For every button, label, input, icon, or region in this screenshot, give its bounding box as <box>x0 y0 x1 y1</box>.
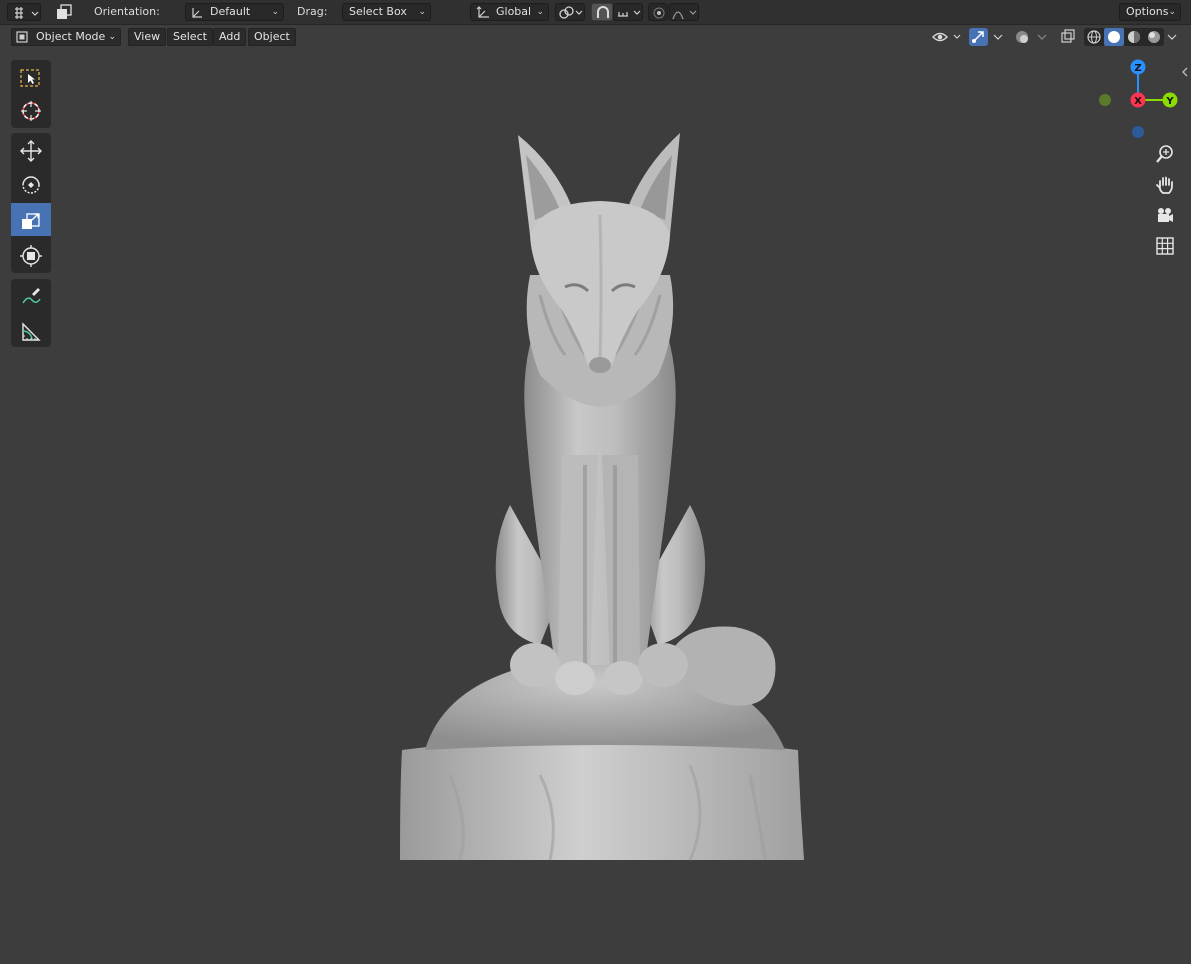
rendered-shading-button[interactable] <box>1144 28 1164 46</box>
ortho-grid-icon <box>1156 237 1174 255</box>
gizmo-dropdown[interactable] <box>990 28 1006 46</box>
proportional-edit-toggle[interactable] <box>648 3 668 21</box>
shading-mode-group <box>1084 28 1164 46</box>
material-sphere-icon <box>1128 31 1140 43</box>
transform-icon <box>20 245 42 267</box>
mode-dropdown[interactable]: Object Mode ⌄ <box>11 28 121 46</box>
navigation-gizmo[interactable]: Z Y X <box>1090 56 1186 142</box>
proportional-falloff-dropdown[interactable] <box>669 3 699 21</box>
select-box-icon <box>20 69 40 87</box>
cursor-icon <box>21 101 41 121</box>
material-shading-button[interactable] <box>1124 28 1144 46</box>
orientation-label: Orientation: <box>94 5 160 18</box>
pivot-point-dropdown[interactable] <box>555 3 585 21</box>
gizmo-toggle[interactable] <box>969 28 988 46</box>
xray-icon <box>1061 29 1075 43</box>
tool-annotate[interactable] <box>11 279 51 312</box>
chevron-down-icon: ⌄ <box>1168 7 1176 17</box>
camera-icon <box>1158 208 1173 222</box>
pivot-link-icon <box>559 6 583 19</box>
overlay-dropdown[interactable] <box>1034 28 1050 46</box>
tool-transform[interactable] <box>11 238 51 271</box>
y-axis-label: Y <box>1165 96 1174 107</box>
transform-orientation-value: Global <box>496 5 532 18</box>
zoom-icon <box>1156 145 1173 163</box>
xray-toggle[interactable] <box>1058 28 1078 46</box>
options-dropdown[interactable]: Options ⌄ <box>1119 3 1181 21</box>
snap-toggle[interactable] <box>591 3 613 21</box>
options-label: Options <box>1126 5 1169 18</box>
ortho-toggle-button[interactable] <box>1151 232 1179 260</box>
rendered-sphere-icon <box>1148 31 1160 43</box>
x-axis-label: X <box>1134 96 1142 107</box>
toolbar-group-select <box>11 60 51 128</box>
chevron-down-icon: ⌄ <box>271 7 279 17</box>
falloff-curve-icon <box>672 10 697 20</box>
wireframe-shading-button[interactable] <box>1084 28 1104 46</box>
tool-move[interactable] <box>11 133 51 166</box>
solid-sphere-icon <box>1108 31 1120 43</box>
proportional-edit-icon <box>653 7 665 19</box>
rotate-icon <box>22 176 40 194</box>
editor-type-button[interactable] <box>7 3 41 21</box>
measure-icon <box>22 322 41 341</box>
gizmo-icon <box>972 31 984 43</box>
pan-hand-icon <box>1156 176 1173 194</box>
menu-object[interactable]: Object <box>248 28 296 46</box>
neg-z-axis-handle[interactable] <box>1132 126 1144 138</box>
transform-orientation-dropdown[interactable]: Global ⌄ <box>470 3 549 21</box>
orientation-dropdown[interactable]: Default ⌄ <box>185 3 284 21</box>
chevron-down-icon: ⌄ <box>536 7 544 17</box>
wireframe-sphere-icon <box>1087 30 1101 44</box>
visibility-dropdown[interactable] <box>930 28 966 46</box>
tool-measure[interactable] <box>11 314 51 347</box>
magnet-icon <box>597 6 609 18</box>
viewport-header: Orientation: Default ⌄ Drag: Select Box … <box>0 0 1191 25</box>
snap-increment-icon <box>618 10 641 17</box>
chevron-down-icon: ⌄ <box>418 7 426 17</box>
annotate-icon <box>22 288 41 304</box>
toolbar-group-transform <box>11 133 51 273</box>
menu-view[interactable]: View <box>128 28 167 46</box>
tool-select-box[interactable] <box>11 60 51 93</box>
solid-shading-button[interactable] <box>1104 28 1124 46</box>
z-axis-label: Z <box>1134 63 1141 74</box>
overlay-toggle[interactable] <box>1013 28 1033 46</box>
pan-button[interactable] <box>1151 171 1179 199</box>
camera-view-button[interactable] <box>1151 202 1179 230</box>
move-icon <box>20 140 42 162</box>
neg-y-axis-handle[interactable] <box>1099 94 1111 106</box>
affect-only-icon[interactable] <box>55 3 73 21</box>
drag-value: Select Box <box>349 5 407 18</box>
tool-cursor[interactable] <box>11 93 51 126</box>
fox-statue-mesh[interactable] <box>390 125 810 865</box>
zoom-button[interactable] <box>1151 140 1179 168</box>
snap-target-dropdown[interactable] <box>613 3 643 21</box>
chevron-down-icon <box>1037 34 1047 40</box>
drag-label: Drag: <box>297 5 328 18</box>
viewport-menubar: Object Mode ⌄ View Select Add Object <box>0 25 1191 49</box>
orientation-value: Default <box>210 5 251 18</box>
chevron-down-icon: ⌄ <box>108 32 116 42</box>
tool-rotate[interactable] <box>11 167 51 200</box>
object-mode-icon <box>16 31 28 43</box>
overlay-icon <box>1016 31 1028 43</box>
chevron-down-icon <box>993 34 1003 40</box>
scale-icon <box>22 213 40 229</box>
global-axes-icon <box>476 6 489 18</box>
eye-icon <box>932 32 961 42</box>
menu-add[interactable]: Add <box>213 28 247 46</box>
tool-scale[interactable] <box>11 203 51 236</box>
chevron-down-icon <box>1167 34 1177 40</box>
shading-dropdown[interactable] <box>1164 28 1180 46</box>
toolbar-group-annotate <box>11 279 51 347</box>
orientation-axes-icon <box>192 8 202 18</box>
drag-dropdown[interactable]: Select Box ⌄ <box>342 3 431 21</box>
mode-label: Object Mode <box>36 30 106 43</box>
menu-select[interactable]: Select <box>167 28 213 46</box>
viewport-transform-icon <box>15 7 39 19</box>
